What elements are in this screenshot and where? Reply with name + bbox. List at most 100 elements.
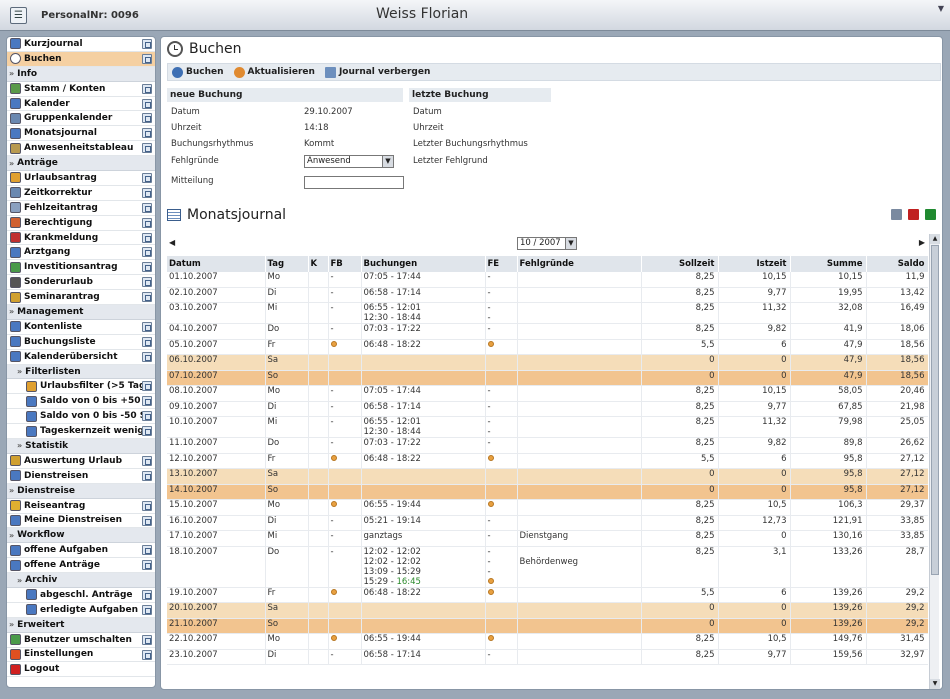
sidebar-item-38[interactable]: erledigte Aufgaben: [7, 603, 155, 618]
table-row[interactable]: 16.10.2007 Di -05:21 - 19:14-8,25 12,73 121,…: [167, 515, 928, 531]
sidebar-item-24[interactable]: Saldo von 0 bis +50 S: [7, 394, 155, 410]
table-row[interactable]: 15.10.2007 Mo 06:55 - 19:44 8,25 10,5 106,3 29…: [167, 499, 928, 516]
sidebar-item-31[interactable]: Reiseantrag: [7, 499, 155, 514]
collapse-arrow-icon[interactable]: »: [9, 620, 14, 629]
sidebar-item-14[interactable]: Arztgang: [7, 245, 155, 261]
sidebar-item-32[interactable]: Meine Dienstreisen: [7, 514, 155, 529]
table-row[interactable]: 01.10.2007 Mo -07:05 - 17:44-8,25 10,15 10,1…: [167, 271, 928, 288]
table-row[interactable]: 11.10.2007 Do -07:03 - 17:22-8,25 9,82 89,8 2…: [167, 437, 928, 454]
table-row[interactable]: 20.10.2007 Sa 0 0 139,26 29,2: [167, 602, 928, 619]
table-row[interactable]: 18.10.2007 Do -12:02 - 12:02 12:02 - 12:02 1…: [167, 546, 928, 588]
collapse-arrow-icon[interactable]: »: [9, 307, 14, 316]
open-window-icon[interactable]: [142, 381, 152, 392]
open-window-icon[interactable]: [142, 113, 152, 124]
collapse-arrow-icon[interactable]: »: [9, 531, 14, 540]
collapse-arrow-icon[interactable]: »: [17, 576, 22, 585]
open-window-icon[interactable]: [142, 247, 152, 258]
sidebar-item-37[interactable]: abgeschl. Anträge: [7, 588, 155, 603]
open-window-icon[interactable]: [142, 217, 152, 228]
sidebar-item-10[interactable]: Zeitkorrektur: [7, 186, 155, 201]
sidebar-item-0[interactable]: Kurzjournal: [7, 37, 155, 52]
sidebar-item-20[interactable]: Buchungsliste: [7, 335, 155, 350]
sidebar-section-2[interactable]: » Info: [7, 66, 155, 82]
table-row[interactable]: 14.10.2007 So 0 0 95,8 27,12: [167, 484, 928, 500]
table-row[interactable]: 23.10.2007 Di -06:58 - 17:14-8,25 9,77 159,5…: [167, 649, 928, 665]
open-window-icon[interactable]: [142, 173, 152, 184]
open-window-icon[interactable]: [142, 262, 152, 273]
sidebar-item-40[interactable]: Benutzer umschalten: [7, 633, 155, 648]
open-window-icon[interactable]: [142, 321, 152, 332]
table-row[interactable]: 13.10.2007 Sa 0 0 95,8 27,12: [167, 468, 928, 485]
sidebar-item-6[interactable]: Monatsjournal: [7, 126, 155, 142]
journal-scrollbar[interactable]: ▲ ▼: [929, 234, 940, 689]
sidebar-item-1[interactable]: Buchen: [7, 51, 155, 67]
mitteilung-input[interactable]: [304, 176, 404, 189]
sidebar-item-26[interactable]: Tageskernzeit wenige: [7, 424, 155, 440]
column-header[interactable]: FE: [485, 256, 518, 272]
collapse-arrow-icon[interactable]: »: [17, 367, 22, 376]
open-window-icon[interactable]: [142, 515, 152, 526]
sidebar-item-21[interactable]: Kalenderübersicht: [7, 350, 155, 365]
open-window-icon[interactable]: [142, 83, 152, 94]
collapse-arrow-icon[interactable]: »: [9, 69, 14, 78]
sidebar-item-25[interactable]: Saldo von 0 bis -50 S: [7, 409, 155, 425]
table-row[interactable]: 09.10.2007 Di -06:58 - 17:14-8,25 9,77 67,85…: [167, 401, 928, 417]
scroll-up-icon[interactable]: ▲: [930, 234, 940, 244]
open-window-icon[interactable]: [142, 292, 152, 303]
pdf-icon[interactable]: [908, 209, 919, 220]
column-header[interactable]: Fehlgründe: [517, 256, 642, 272]
sidebar-section-27[interactable]: » Statistik: [7, 439, 155, 454]
sidebar-item-28[interactable]: Auswertung Urlaub: [7, 454, 155, 469]
open-window-icon[interactable]: [142, 232, 152, 243]
open-window-icon[interactable]: [142, 277, 152, 288]
fehlgruende-select[interactable]: Anwesend ▼: [304, 155, 394, 168]
sidebar-item-17[interactable]: Seminarantrag: [7, 290, 155, 306]
refresh-button[interactable]: Aktualisieren: [233, 66, 315, 78]
sidebar-item-29[interactable]: Dienstreisen: [7, 469, 155, 484]
open-window-icon[interactable]: [142, 470, 152, 481]
table-row[interactable]: 19.10.2007 Fr 06:48 - 18:22 5,5 6 139,26 29,2: [167, 587, 928, 603]
table-row[interactable]: 07.10.2007 So 0 0 47,9 18,56: [167, 370, 928, 386]
open-window-icon[interactable]: [142, 545, 152, 556]
sidebar-item-23[interactable]: Urlaubsfilter (>5 Tag: [7, 379, 155, 395]
column-header[interactable]: FB: [328, 256, 362, 272]
sidebar-item-16[interactable]: Sonderurlaub: [7, 275, 155, 291]
print-icon[interactable]: [891, 209, 902, 220]
column-header[interactable]: Tag: [265, 256, 309, 272]
open-window-icon[interactable]: [142, 634, 152, 645]
sidebar-item-35[interactable]: offene Anträge: [7, 558, 155, 574]
table-row[interactable]: 05.10.2007 Fr 06:48 - 18:22 5,5 6 47,9 18,56: [167, 339, 928, 355]
table-row[interactable]: 02.10.2007 Di -06:58 - 17:14-8,25 9,77 19,95…: [167, 287, 928, 303]
table-row[interactable]: 22.10.2007 Mo 06:55 - 19:44 8,25 10,5 149,76 3…: [167, 633, 928, 650]
sidebar-item-13[interactable]: Krankmeldung: [7, 231, 155, 246]
sidebar-section-8[interactable]: » Anträge: [7, 156, 155, 172]
open-window-icon[interactable]: [142, 396, 152, 407]
open-window-icon[interactable]: [142, 500, 152, 511]
collapse-arrow-icon[interactable]: »: [17, 441, 22, 450]
table-row[interactable]: 08.10.2007 Mo -07:05 - 17:44-8,25 10,15 58,0…: [167, 385, 928, 402]
open-window-icon[interactable]: [142, 560, 152, 571]
table-row[interactable]: 12.10.2007 Fr 06:48 - 18:22 5,5 6 95,8 27,12: [167, 453, 928, 469]
open-window-icon[interactable]: [142, 187, 152, 198]
open-window-icon[interactable]: [142, 604, 152, 615]
sidebar-section-30[interactable]: » Dienstreise: [7, 483, 155, 499]
table-row[interactable]: 21.10.2007 So 0 0 139,26 29,2: [167, 618, 928, 634]
sidebar-section-36[interactable]: » Archiv: [7, 573, 155, 588]
table-row[interactable]: 06.10.2007 Sa 0 0 47,9 18,56: [167, 354, 928, 371]
app-menu-icon[interactable]: ☰: [10, 7, 27, 24]
sidebar-item-3[interactable]: Stamm / Konten: [7, 82, 155, 97]
sidebar-item-15[interactable]: Investitionsantrag: [7, 260, 155, 276]
sidebar-item-42[interactable]: Logout: [7, 662, 155, 678]
excel-icon[interactable]: [925, 209, 936, 220]
month-select[interactable]: 10 / 2007 ▼: [517, 237, 577, 250]
open-window-icon[interactable]: [142, 411, 152, 422]
collapse-arrow-icon[interactable]: »: [9, 159, 14, 168]
sidebar-item-41[interactable]: Einstellungen: [7, 648, 155, 663]
collapse-chevron-icon[interactable]: ▼: [938, 4, 944, 13]
open-window-icon[interactable]: [142, 98, 152, 109]
open-window-icon[interactable]: [142, 143, 152, 154]
sidebar-section-18[interactable]: » Management: [7, 305, 155, 320]
column-header[interactable]: K: [308, 256, 329, 272]
open-window-icon[interactable]: [142, 53, 152, 64]
open-window-icon[interactable]: [142, 39, 152, 49]
